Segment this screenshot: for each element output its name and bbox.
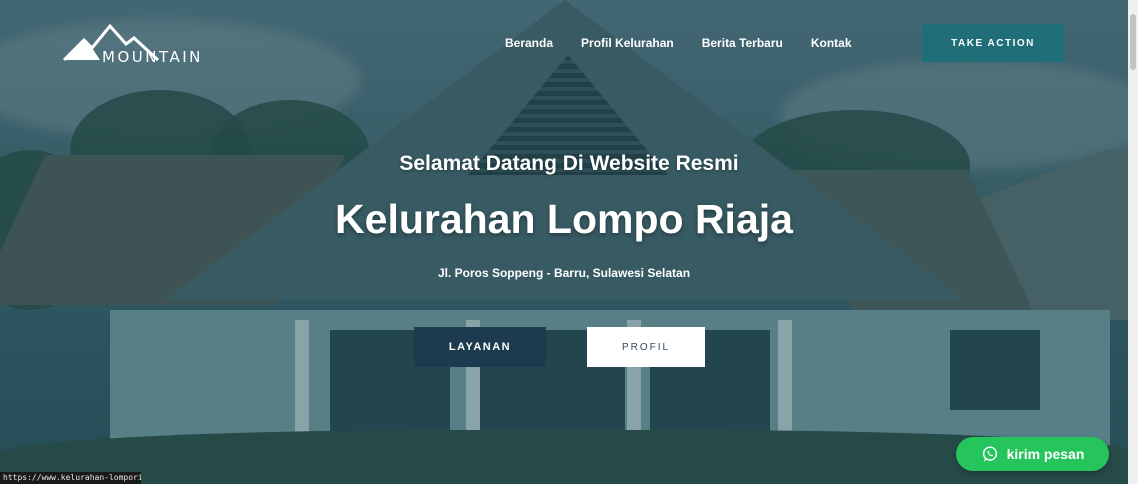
hero-address: Jl. Poros Soppeng - Barru, Sulawesi Sela… (437, 266, 691, 280)
take-action-button[interactable]: TAKE ACTION (922, 24, 1064, 62)
page-scrollbar[interactable] (1128, 0, 1138, 484)
whatsapp-chat-button[interactable]: kirim pesan (956, 437, 1109, 471)
nav-item-profil-kelurahan[interactable]: Profil Kelurahan (581, 36, 674, 50)
whatsapp-label: kirim pesan (1006, 446, 1085, 462)
nav-item-beranda[interactable]: Beranda (505, 36, 553, 50)
nav-item-berita-terbaru[interactable]: Berita Terbaru (702, 36, 783, 50)
profil-button[interactable]: PROFIL (587, 327, 705, 367)
status-bar-url: https://www.kelurahan-lomporiaja.go.id/ (0, 472, 141, 484)
hero-section: MOUNTAIN Beranda Profil Kelurahan Berita… (0, 0, 1138, 484)
layanan-button[interactable]: LAYANAN (414, 327, 546, 367)
scrollbar-thumb[interactable] (1130, 14, 1136, 70)
hero-subtitle: Selamat Datang Di Website Resmi (399, 152, 739, 175)
brand-logo[interactable]: MOUNTAIN (62, 22, 222, 70)
page-title: Kelurahan Lompo Riaja (335, 196, 793, 242)
nav-item-kontak[interactable]: Kontak (811, 36, 852, 50)
brand-name: MOUNTAIN (102, 48, 203, 66)
main-nav: Beranda Profil Kelurahan Berita Terbaru … (505, 36, 852, 50)
whatsapp-icon (982, 446, 997, 462)
